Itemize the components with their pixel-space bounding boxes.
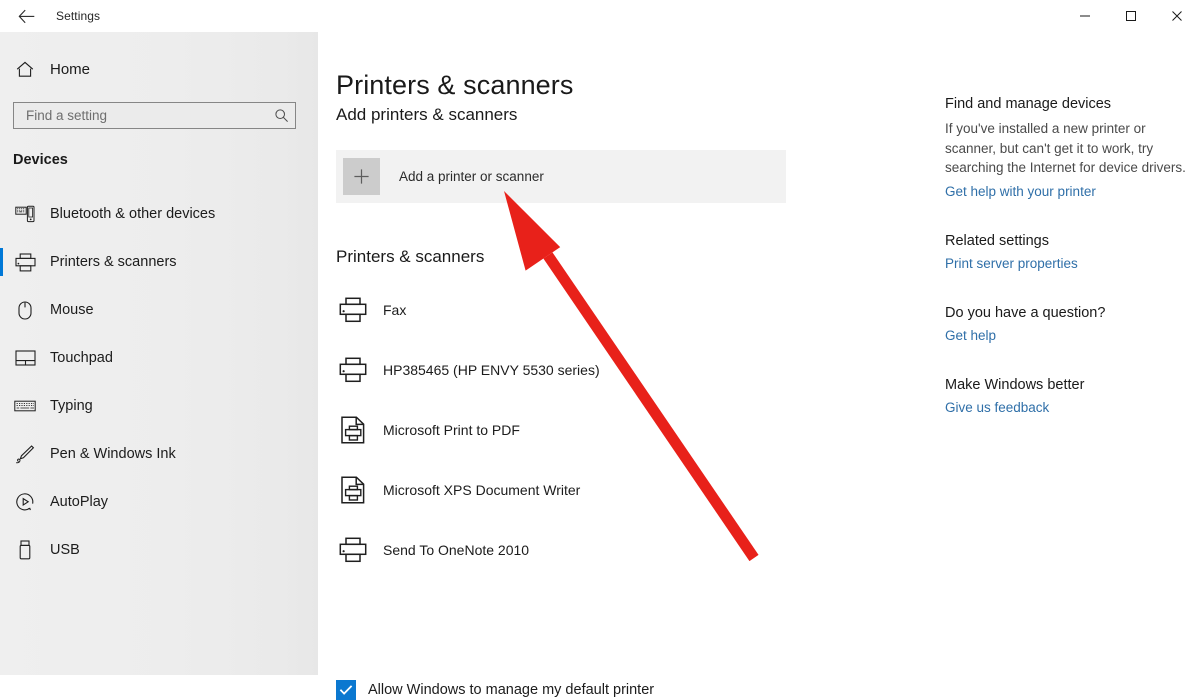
sidebar-item-printers-scanners[interactable]: Printers & scanners <box>0 238 318 286</box>
printer-icon <box>336 357 370 383</box>
back-button[interactable] <box>8 2 44 30</box>
rail-heading: Do you have a question? <box>945 305 1190 321</box>
selection-accent-bar <box>0 248 3 276</box>
print-server-properties-link[interactable]: Print server properties <box>945 256 1190 271</box>
sidebar-item-typing[interactable]: Typing <box>0 382 318 430</box>
close-button[interactable] <box>1154 0 1200 32</box>
sidebar-item-touchpad[interactable]: Touchpad <box>0 334 318 382</box>
back-arrow-icon <box>18 9 35 24</box>
rail-heading: Find and manage devices <box>945 96 1190 112</box>
add-printer-button[interactable]: Add a printer or scanner <box>336 150 786 203</box>
add-printer-label: Add a printer or scanner <box>399 169 544 184</box>
bluetooth-devices-icon <box>14 205 36 223</box>
printer-icon <box>336 537 370 563</box>
checkbox-checked-icon[interactable] <box>336 680 356 700</box>
pen-icon <box>14 444 36 464</box>
sidebar-item-label: Pen & Windows Ink <box>50 446 176 462</box>
sidebar-item-label: Typing <box>50 398 93 414</box>
title-bar: Settings <box>0 0 1200 32</box>
sidebar-item-label: AutoPlay <box>50 494 108 510</box>
rail-block-do-you-have-a-question: Do you have a question? Get help <box>945 305 1190 343</box>
home-label: Home <box>50 61 90 78</box>
sidebar-item-label: Printers & scanners <box>50 254 177 270</box>
document-printer-icon <box>336 476 370 504</box>
get-help-link[interactable]: Get help <box>945 328 1190 343</box>
list-item[interactable]: Microsoft XPS Document Writer <box>336 460 856 520</box>
sidebar-item-label: Mouse <box>50 302 94 318</box>
window-controls <box>1062 0 1200 32</box>
printer-name: Microsoft XPS Document Writer <box>383 482 580 498</box>
printers-section-heading: Printers & scanners <box>336 247 484 267</box>
printer-name: Microsoft Print to PDF <box>383 422 520 438</box>
home-icon <box>14 61 36 78</box>
sidebar: Home Devices <box>0 0 318 675</box>
app-title: Settings <box>56 0 100 32</box>
give-us-feedback-link[interactable]: Give us feedback <box>945 400 1190 415</box>
printer-name: Send To OneNote 2010 <box>383 542 529 558</box>
default-printer-checkbox-row[interactable]: Allow Windows to manage my default print… <box>336 680 654 700</box>
sidebar-item-pen-windows-ink[interactable]: Pen & Windows Ink <box>0 430 318 478</box>
sidebar-item-bluetooth-other-devices[interactable]: Bluetooth & other devices <box>0 190 318 238</box>
sidebar-item-home[interactable]: Home <box>0 53 318 85</box>
selection-accent-bar <box>0 296 3 324</box>
search-input[interactable] <box>14 103 267 128</box>
rail-block-find-and-manage-devices: Find and manage devices If you've instal… <box>945 96 1190 199</box>
selection-accent-bar <box>0 200 3 228</box>
printer-icon <box>336 297 370 323</box>
plus-icon <box>343 158 380 195</box>
minimize-button[interactable] <box>1062 0 1108 32</box>
selection-accent-bar <box>0 392 3 420</box>
selection-accent-bar <box>0 536 3 564</box>
settings-window: Settings Home <box>0 0 1200 675</box>
sidebar-group-heading: Devices <box>13 152 68 168</box>
printer-name: Fax <box>383 302 406 318</box>
sidebar-item-autoplay[interactable]: AutoPlay <box>0 478 318 526</box>
search-box[interactable] <box>13 102 296 129</box>
selection-accent-bar <box>0 344 3 372</box>
sidebar-item-usb[interactable]: USB <box>0 526 318 574</box>
rail-block-related-settings: Related settings Print server properties <box>945 233 1190 271</box>
rail-heading: Related settings <box>945 233 1190 249</box>
touchpad-icon <box>14 350 36 366</box>
default-printer-label: Allow Windows to manage my default print… <box>368 682 654 698</box>
mouse-icon <box>14 301 36 320</box>
list-item[interactable]: HP385465 (HP ENVY 5530 series) <box>336 340 856 400</box>
rail-block-make-windows-better: Make Windows better Give us feedback <box>945 377 1190 415</box>
document-printer-icon <box>336 416 370 444</box>
get-help-with-your-printer-link[interactable]: Get help with your printer <box>945 184 1190 199</box>
keyboard-icon <box>14 399 36 413</box>
autoplay-icon <box>14 492 36 512</box>
list-item[interactable]: Send To OneNote 2010 <box>336 520 856 580</box>
right-rail: Find and manage devices If you've instal… <box>945 96 1190 417</box>
sidebar-nav-list: Bluetooth & other devices Printers & sca… <box>0 190 318 574</box>
selection-accent-bar <box>0 488 3 516</box>
sidebar-item-label: Touchpad <box>50 350 113 366</box>
usb-icon <box>14 540 36 560</box>
list-item[interactable]: Microsoft Print to PDF <box>336 400 856 460</box>
search-icon <box>267 108 295 123</box>
printer-name: HP385465 (HP ENVY 5530 series) <box>383 362 600 378</box>
printer-icon <box>14 253 36 272</box>
printers-list: Fax HP385465 (HP ENVY 5530 series) <box>336 280 856 580</box>
rail-body-text: If you've installed a new printer or sca… <box>945 119 1190 178</box>
add-section-heading: Add printers & scanners <box>336 105 517 125</box>
maximize-button[interactable] <box>1108 0 1154 32</box>
rail-heading: Make Windows better <box>945 377 1190 393</box>
sidebar-item-label: Bluetooth & other devices <box>50 206 215 222</box>
list-item[interactable]: Fax <box>336 280 856 340</box>
page-title: Printers & scanners <box>336 70 574 101</box>
sidebar-item-mouse[interactable]: Mouse <box>0 286 318 334</box>
sidebar-item-label: USB <box>50 542 80 558</box>
selection-accent-bar <box>0 440 3 468</box>
